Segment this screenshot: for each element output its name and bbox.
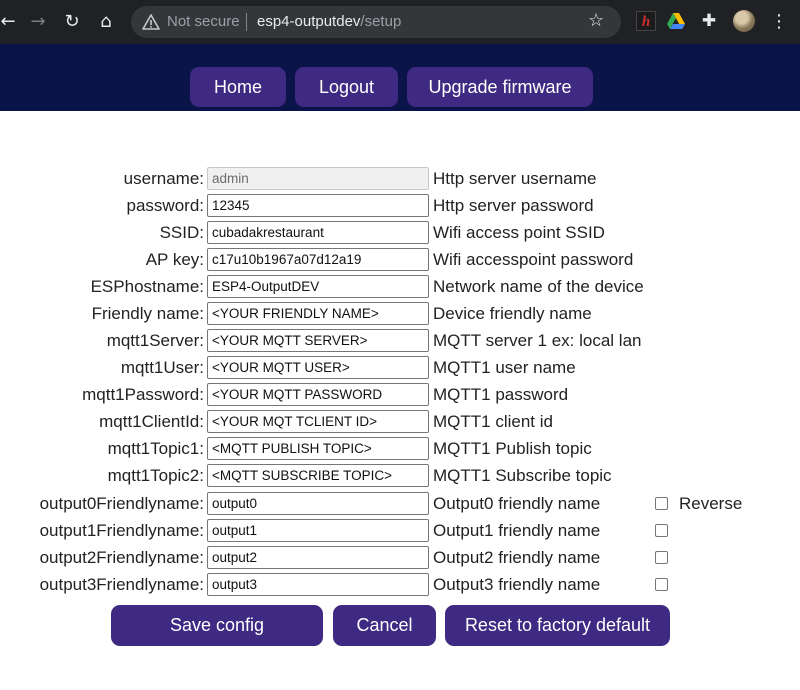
mqtt1-password-input[interactable]: [207, 383, 429, 406]
home-icon[interactable]: ⌂: [92, 8, 120, 36]
output1-reverse-checkbox[interactable]: [655, 524, 668, 537]
browser-toolbar: ← → ↻ ⌂ Not secure esp4-outputdev/setup …: [0, 0, 800, 44]
field-description: Http server password: [433, 196, 594, 215]
home-button[interactable]: Home: [190, 67, 286, 107]
form-row-output0: output0Friendlyname: Output0 friendly na…: [0, 490, 800, 517]
address-bar[interactable]: Not secure esp4-outputdev/setup ☆: [131, 6, 621, 38]
field-label: AP key:: [145, 250, 204, 269]
field-label: mqtt1ClientId:: [99, 412, 204, 431]
field-description: Output2 friendly name: [433, 548, 601, 567]
output2-reverse-checkbox[interactable]: [655, 551, 668, 564]
reset-factory-default-button[interactable]: Reset to factory default: [445, 605, 670, 646]
field-description: Wifi accesspoint password: [433, 250, 634, 269]
field-description: Output1 friendly name: [433, 521, 601, 540]
field-description: Http server username: [433, 169, 597, 188]
drive-icon[interactable]: [666, 11, 686, 31]
password-input[interactable]: [207, 194, 429, 217]
esphostname-input[interactable]: [207, 275, 429, 298]
form-row-esphostname: ESPhostname: Network name of the device: [0, 273, 800, 300]
output0-friendlyname-input[interactable]: [207, 492, 429, 515]
upgrade-firmware-button[interactable]: Upgrade firmware: [407, 67, 593, 107]
ap-key-input[interactable]: [207, 248, 429, 271]
reverse-label: Reverse: [679, 494, 743, 513]
form-row-username: username: Http server username: [0, 165, 800, 192]
output1-friendlyname-input[interactable]: [207, 519, 429, 542]
mqtt1-client-id-input[interactable]: [207, 410, 429, 433]
field-label: output0Friendlyname:: [39, 494, 204, 513]
back-icon[interactable]: ←: [0, 8, 22, 36]
field-label: password:: [126, 196, 204, 215]
star-icon[interactable]: ☆: [588, 10, 604, 31]
field-label: mqtt1Topic2:: [107, 466, 204, 485]
url-path: /setup: [360, 13, 402, 30]
form-row-output1: output1Friendlyname: Output1 friendly na…: [0, 517, 800, 544]
form-row-friendly-name: Friendly name: Device friendly name: [0, 300, 800, 327]
page-header: Home Logout Upgrade firmware: [0, 44, 800, 111]
field-label: Friendly name:: [91, 304, 204, 323]
field-description: Wifi access point SSID: [433, 223, 605, 242]
field-description: MQTT1 client id: [433, 412, 553, 431]
field-label: output2Friendlyname:: [39, 548, 204, 567]
field-label: output1Friendlyname:: [39, 521, 204, 540]
field-description: Output0 friendly name: [433, 494, 601, 513]
form-row-mqtt1-user: mqtt1User: MQTT1 user name: [0, 354, 800, 381]
output0-reverse-checkbox[interactable]: [655, 497, 668, 510]
url-text[interactable]: esp4-outputdev/setup: [257, 13, 401, 30]
mqtt1-server-input[interactable]: [207, 329, 429, 352]
form-row-output2: output2Friendlyname: Output2 friendly na…: [0, 544, 800, 571]
output2-friendlyname-input[interactable]: [207, 546, 429, 569]
output3-reverse-checkbox[interactable]: [655, 578, 668, 591]
field-label: mqtt1Password:: [82, 385, 204, 404]
mqtt1-topic1-input[interactable]: [207, 437, 429, 460]
form-row-ssid: SSID: Wifi access point SSID: [0, 219, 800, 246]
form-row-mqtt1-topic2: mqtt1Topic2: MQTT1 Subscribe topic: [0, 462, 800, 489]
ssid-input[interactable]: [207, 221, 429, 244]
field-description: MQTT1 Subscribe topic: [433, 466, 612, 485]
form-row-mqtt1-password: mqtt1Password: MQTT1 password: [0, 381, 800, 408]
field-description: Network name of the device: [433, 277, 644, 296]
forward-icon[interactable]: →: [24, 8, 52, 36]
url-host: esp4-outputdev: [257, 13, 361, 30]
logout-button[interactable]: Logout: [295, 67, 398, 107]
field-label: ESPhostname:: [90, 277, 204, 296]
form-row-mqtt1-server: mqtt1Server: MQTT server 1 ex: local lan: [0, 327, 800, 354]
field-label: username:: [123, 169, 204, 188]
mqtt1-user-input[interactable]: [207, 356, 429, 379]
warning-icon[interactable]: [142, 13, 160, 31]
output3-friendlyname-input[interactable]: [207, 573, 429, 596]
form-row-mqtt1-client-id: mqtt1ClientId: MQTT1 client id: [0, 408, 800, 435]
mqtt1-topic2-input[interactable]: [207, 464, 429, 487]
not-secure-label: Not secure: [167, 13, 240, 30]
field-description: MQTT1 password: [433, 385, 569, 404]
field-label: output3Friendlyname:: [39, 575, 204, 594]
field-label: mqtt1User:: [120, 358, 204, 377]
field-label: mqtt1Topic1:: [107, 439, 204, 458]
extension-h-icon[interactable]: h: [636, 11, 656, 31]
field-label: mqtt1Server:: [106, 331, 204, 350]
username-input[interactable]: [207, 167, 429, 190]
form-row-ap-key: AP key: Wifi accesspoint password: [0, 246, 800, 273]
address-separator: [246, 13, 247, 31]
field-description: MQTT server 1 ex: local lan: [433, 331, 642, 350]
form-row-mqtt1-topic1: mqtt1Topic1: MQTT1 Publish topic: [0, 435, 800, 462]
friendly-name-input[interactable]: [207, 302, 429, 325]
field-description: Device friendly name: [433, 304, 592, 323]
avatar[interactable]: [733, 10, 755, 32]
field-description: MQTT1 user name: [433, 358, 576, 377]
field-description: MQTT1 Publish topic: [433, 439, 592, 458]
form-row-password: password: Http server password: [0, 192, 800, 219]
cancel-button[interactable]: Cancel: [333, 605, 436, 646]
kebab-menu-icon[interactable]: ⋮: [770, 8, 788, 36]
field-label: SSID:: [159, 223, 204, 242]
form-row-output3: output3Friendlyname: Output3 friendly na…: [0, 571, 800, 598]
field-description: Output3 friendly name: [433, 575, 601, 594]
puzzle-icon[interactable]: ✚: [699, 11, 719, 31]
reload-icon[interactable]: ↻: [58, 8, 86, 36]
save-config-button[interactable]: Save config: [111, 605, 323, 646]
